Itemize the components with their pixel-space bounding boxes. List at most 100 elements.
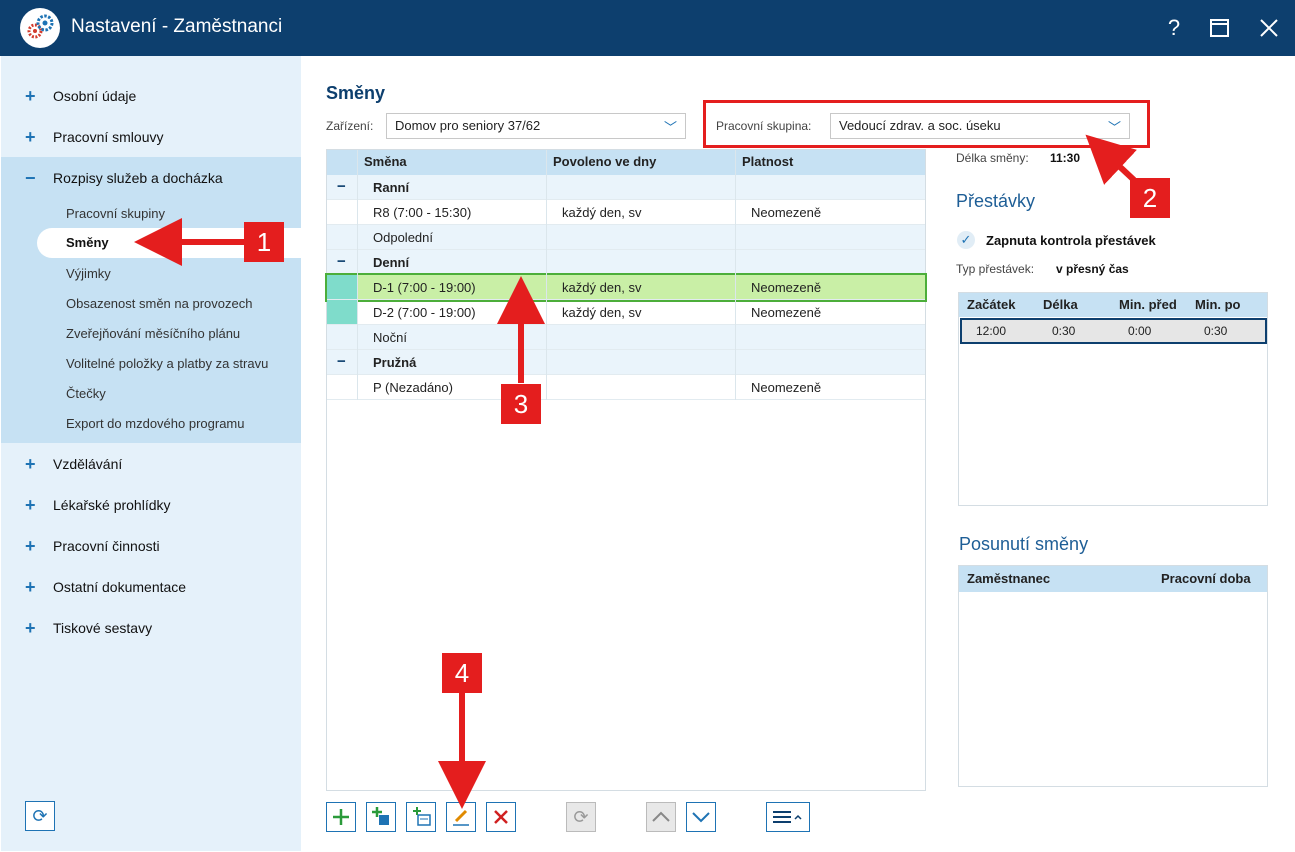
sidebar-item-pracovni-smlouvy[interactable]: + Pracovní smlouvy (1, 117, 301, 158)
shift-length-value: 11:30 (1050, 151, 1081, 165)
column-header-validity[interactable]: Platnost (742, 154, 793, 169)
sidebar-item-tiskove[interactable]: + Tiskové sestavy (1, 608, 301, 649)
plus-icon: + (25, 454, 36, 474)
annotation-highlight-box (703, 100, 1150, 148)
sidebar: + Osobní údaje + Pracovní smlouvy − Rozp… (1, 56, 301, 851)
sidebar-item-ostatni[interactable]: + Ostatní dokumentace (1, 567, 301, 608)
window-title: Nastavení - Zaměstnanci (71, 16, 283, 37)
check-icon[interactable]: ✓ (957, 231, 975, 249)
shift-name: D-2 (7:00 - 19:00) (373, 305, 476, 320)
column-header-employee[interactable]: Zaměstnanec (967, 571, 1050, 586)
shift-color-swatch (327, 275, 357, 299)
add-calendar-icon (413, 807, 431, 826)
sidebar-subitem-obsazenost[interactable]: Obsazenost směn na provozech (66, 296, 252, 311)
sidebar-item-osobni-udaje[interactable]: + Osobní údaje (1, 76, 301, 117)
table-row[interactable]: R8 (7:00 - 15:30) každý den, sv Neomezen… (327, 200, 925, 225)
table-group-row[interactable]: Noční (327, 325, 925, 350)
copy-add-button[interactable] (366, 802, 396, 832)
annotation-callout-4: 4 (442, 653, 482, 693)
sidebar-item-vzdelavani[interactable]: + Vzdělávání (1, 444, 301, 485)
refresh-button[interactable]: ⟳ (25, 801, 55, 831)
breaks-title: Přestávky (956, 191, 1036, 211)
shift-validity: Neomezeně (751, 280, 822, 295)
column-header-shift[interactable]: Směna (364, 154, 407, 169)
annotation-callout-1: 1 (244, 222, 284, 262)
add-calendar-button[interactable] (406, 802, 436, 832)
table-group-row[interactable]: − Pružná (327, 350, 925, 375)
annotation-callout-3: 3 (501, 384, 541, 424)
table-group-row[interactable]: − Denní (327, 250, 925, 275)
shift-validity: Neomezeně (751, 305, 822, 320)
group-name: Denní (373, 255, 410, 270)
column-header-min-after[interactable]: Min. po (1195, 297, 1241, 312)
shifts-table: Směna Povoleno ve dny Platnost − Ranní R… (325, 149, 927, 791)
plus-icon: + (25, 86, 36, 106)
delete-icon (494, 810, 508, 824)
sidebar-item-rozpisy[interactable]: − Rozpisy služeb a docházka (1, 158, 301, 199)
plus-icon: + (25, 495, 36, 515)
sidebar-item-label: Pracovní činnosti (53, 538, 160, 554)
sidebar-item-label: Rozpisy služeb a docházka (53, 170, 223, 186)
app-gears-icon (20, 8, 60, 48)
sidebar-item-label: Ostatní dokumentace (53, 579, 187, 595)
menu-button[interactable] (766, 802, 810, 832)
group-name: Pružná (373, 355, 417, 370)
sidebar-subitem-export[interactable]: Export do mzdového programu (66, 416, 244, 431)
column-divider (546, 150, 547, 400)
column-header-working-time[interactable]: Pracovní doba (1161, 571, 1251, 586)
shift-name: D-1 (7:00 - 19:00) (373, 280, 476, 295)
shift-name: P (Nezadáno) (373, 380, 453, 395)
break-length: 0:30 (1052, 324, 1076, 338)
group-name: Noční (373, 330, 407, 345)
shift-color-swatch (327, 300, 357, 324)
close-icon[interactable] (1253, 12, 1285, 44)
shift-name: R8 (7:00 - 15:30) (373, 205, 472, 220)
column-header-length[interactable]: Délka (1043, 297, 1078, 312)
sidebar-subitem-label: Směny (66, 235, 109, 250)
page-title: Směny (326, 83, 386, 103)
break-type-value: v přesný čas (1056, 262, 1129, 276)
table-row[interactable]: 12:00 0:30 0:00 0:30 (960, 318, 1267, 344)
column-header-min-before[interactable]: Min. před (1119, 297, 1177, 312)
add-button[interactable] (326, 802, 356, 832)
collapse-icon[interactable]: − (337, 353, 346, 370)
table-row-selected[interactable]: D-1 (7:00 - 19:00) každý den, sv Neomeze… (325, 273, 927, 302)
sidebar-item-label: Lékařské prohlídky (53, 497, 171, 513)
help-icon[interactable]: ? (1158, 12, 1190, 44)
sidebar-item-label: Pracovní smlouvy (53, 129, 164, 145)
plus-icon: + (25, 577, 36, 597)
shift-move-title: Posunutí směny (959, 534, 1089, 554)
table-group-row[interactable]: Odpolední (327, 225, 925, 250)
collapse-icon[interactable]: − (337, 253, 346, 270)
group-name: Odpolední (373, 230, 433, 245)
restore-button[interactable]: ⟳ (566, 802, 596, 832)
breaks-check-label[interactable]: Zapnuta kontrola přestávek (986, 233, 1156, 248)
table-row[interactable]: P (Nezadáno) Neomezeně (327, 375, 925, 400)
move-up-button[interactable] (646, 802, 676, 832)
plus-icon: + (25, 618, 36, 638)
table-header: Směna Povoleno ve dny Platnost (327, 150, 925, 175)
column-header-days[interactable]: Povoleno ve dny (553, 154, 656, 169)
sidebar-subitem-pracovni-skupiny[interactable]: Pracovní skupiny (66, 206, 165, 221)
shift-days: každý den, sv (562, 280, 642, 295)
sidebar-subitem-zverejnovani[interactable]: Zveřejňování měsíčního plánu (66, 326, 240, 341)
sidebar-item-label: Tiskové sestavy (53, 620, 153, 636)
sidebar-item-lekarske[interactable]: + Lékařské prohlídky (1, 485, 301, 526)
table-row[interactable]: D-2 (7:00 - 19:00) každý den, sv Neomeze… (327, 300, 925, 325)
column-header-start[interactable]: Začátek (967, 297, 1015, 312)
title-bar: Nastavení - Zaměstnanci ? (0, 0, 1295, 56)
add-icon (333, 809, 349, 825)
edit-button[interactable] (446, 802, 476, 832)
delete-button[interactable] (486, 802, 516, 832)
maximize-icon[interactable] (1204, 12, 1236, 44)
sidebar-item-pracovni-cinnosti[interactable]: + Pracovní činnosti (1, 526, 301, 567)
facility-select[interactable]: Domov pro seniory 37/62 ﹀ (386, 113, 686, 139)
collapse-icon[interactable]: − (337, 178, 346, 195)
sidebar-subitem-volitelne[interactable]: Volitelné položky a platby za stravu (66, 356, 268, 371)
sidebar-item-label: Osobní údaje (53, 88, 137, 104)
sidebar-subitem-ctecky[interactable]: Čtečky (66, 386, 106, 401)
shift-validity: Neomezeně (751, 205, 822, 220)
table-group-row[interactable]: − Ranní (327, 175, 925, 200)
sidebar-subitem-vyjimky[interactable]: Výjimky (66, 266, 111, 281)
move-down-button[interactable] (686, 802, 716, 832)
